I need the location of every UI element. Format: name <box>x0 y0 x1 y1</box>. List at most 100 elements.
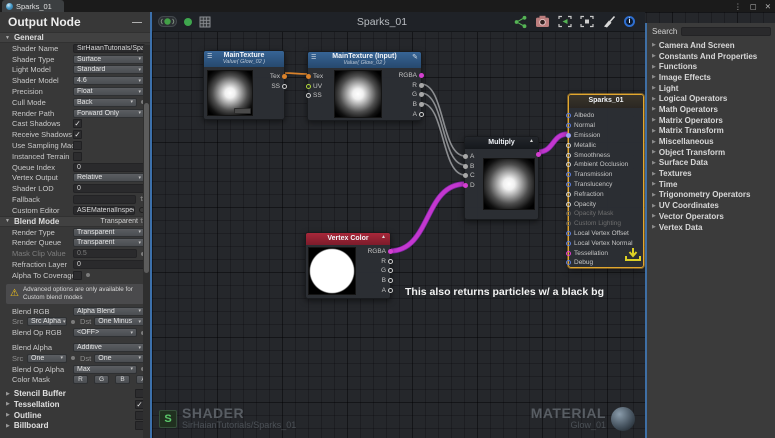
dropdown-cull-mode[interactable]: Back ▾ <box>73 97 137 107</box>
dropdown-precision[interactable]: Float ▾ <box>73 87 145 97</box>
mask-button-g[interactable]: G <box>94 375 109 385</box>
node-vertex-color[interactable]: Vertex Color ▲ RGBA R G B A <box>305 232 393 299</box>
port-dot-transmission[interactable] <box>566 172 571 178</box>
palette-category-trigonometry-operators[interactable]: ▶ Trigonometry Operators <box>652 190 775 201</box>
node-header[interactable]: Sparks_01 <box>569 95 643 108</box>
mask-button-r[interactable]: R <box>73 375 88 385</box>
palette-category-constants-and-properties[interactable]: ▶ Constants And Properties <box>652 51 775 62</box>
palette-category-textures[interactable]: ▶ Textures <box>652 168 775 179</box>
open-options-icon[interactable] <box>199 16 211 28</box>
mask-button-b[interactable]: B <box>115 375 130 385</box>
node-graph-canvas[interactable]: Sparks_01 i ☰ MainTexture Value(Glow_02… <box>150 12 775 438</box>
port-dot-tex[interactable] <box>282 74 287 80</box>
checkbox-receive-shadows[interactable]: ✓ <box>73 130 82 140</box>
text-field-fallback[interactable] <box>73 195 136 205</box>
dropdown-blend-rgb[interactable]: Alpha Blend ▾ <box>73 306 145 316</box>
text-field-shader-lod[interactable]: 0 <box>73 184 145 194</box>
port-dot-tessellation[interactable] <box>566 250 571 256</box>
port-dot-rgba[interactable] <box>388 249 393 255</box>
screenshot-camera-icon[interactable] <box>535 15 550 28</box>
port-dot-refraction[interactable] <box>566 191 571 197</box>
collapse-icon[interactable]: ▲ <box>381 235 386 240</box>
palette-category-miscellaneous[interactable]: ▶ Miscellaneous <box>652 136 775 147</box>
option-dot-icon[interactable] <box>86 273 90 278</box>
node-header[interactable]: ☰ MainTexture Value( Glow_02 ) <box>204 51 284 67</box>
checkbox-cast-shadows[interactable]: ✓ <box>73 119 82 129</box>
port-dot-tex[interactable] <box>306 74 311 80</box>
dropdown-light-model[interactable]: Standard ▾ <box>73 65 145 75</box>
port-dot-rgba[interactable] <box>419 73 424 79</box>
panel-scrollbar-thumb[interactable] <box>144 103 149 273</box>
foldout-outline[interactable]: ▶ Outline <box>0 410 150 421</box>
texture-select-button[interactable] <box>234 108 251 114</box>
port-multiply-out[interactable] <box>536 152 541 157</box>
port-dot-normal[interactable] <box>566 123 571 129</box>
section-blend-mode[interactable]: ▼ Blend Mode Transparent ⇅ <box>0 215 150 227</box>
palette-category-light[interactable]: ▶ Light <box>652 83 775 94</box>
search-input[interactable] <box>681 27 771 36</box>
panel-minimize-icon[interactable]: — <box>132 17 142 28</box>
port-dot-b[interactable] <box>463 163 468 169</box>
save-shader-icon[interactable] <box>623 246 643 268</box>
port-dot-c[interactable] <box>463 173 468 179</box>
palette-category-matrix-operators[interactable]: ▶ Matrix Operators <box>652 115 775 126</box>
node-header[interactable]: Vertex Color ▲ <box>306 233 390 245</box>
focus-on-master-icon[interactable] <box>580 15 594 28</box>
port-dot-b[interactable] <box>388 278 393 284</box>
info-icon[interactable]: i <box>624 16 635 27</box>
dropdown-render-path[interactable]: Forward Only ▾ <box>73 108 145 118</box>
palette-category-math-operators[interactable]: ▶ Math Operators <box>652 104 775 115</box>
port-dot-albedo[interactable] <box>566 113 571 119</box>
port-dot-d[interactable] <box>463 182 468 188</box>
palette-category-uv-coordinates[interactable]: ▶ UV Coordinates <box>652 200 775 211</box>
option-dot-icon[interactable] <box>71 356 75 361</box>
port-dot-custom-lighting[interactable] <box>566 221 571 227</box>
option-dot-icon[interactable] <box>71 319 75 324</box>
edit-pencil-icon[interactable]: ✎ <box>412 54 418 61</box>
dropdown-blend-op-alpha[interactable]: Max ▾ <box>73 364 137 374</box>
menu-burger-icon[interactable]: ☰ <box>207 54 212 60</box>
foldout-stencil-buffer[interactable]: ▶ Stencil Buffer <box>0 388 150 399</box>
port-dot-r[interactable] <box>388 258 393 264</box>
port-dot-metallic[interactable] <box>566 142 571 148</box>
tab-sparks-01[interactable]: Sparks_01 <box>2 0 64 12</box>
port-dot-g[interactable] <box>419 92 424 98</box>
window-close-icon[interactable]: ✕ <box>765 2 771 11</box>
palette-category-functions[interactable]: ▶ Functions <box>652 61 775 72</box>
text-field-shader-name[interactable]: SirHaianTutorials/Spark <box>73 43 145 53</box>
checkbox-instanced-terrain[interactable] <box>73 151 82 161</box>
port-dot-local-vertex-normal[interactable] <box>566 240 571 246</box>
port-dot-smoothness[interactable] <box>566 152 571 158</box>
port-dot-local-vertex-offset[interactable] <box>566 230 571 236</box>
port-dot-a[interactable] <box>388 287 393 293</box>
port-dot-ambient-occlusion[interactable] <box>566 162 571 168</box>
port-dot-opacity[interactable] <box>566 201 571 207</box>
port-dot-uv[interactable] <box>306 83 311 89</box>
dropdown-blend-alpha[interactable]: Additive ▾ <box>73 343 145 353</box>
port-dot-b[interactable] <box>419 102 424 108</box>
text-field-refraction-layer[interactable]: 0 <box>73 260 145 270</box>
node-header[interactable]: Multiply ▲ <box>465 137 538 149</box>
palette-category-object-transform[interactable]: ▶ Object Transform <box>652 147 775 158</box>
material-sphere-preview[interactable] <box>611 406 635 431</box>
port-dot-debug[interactable] <box>566 260 571 266</box>
palette-category-vertex-data[interactable]: ▶ Vertex Data <box>652 222 775 233</box>
node-header[interactable]: ☰ ✎ MainTexture (Input) Value( Glow_02 ) <box>308 52 421 68</box>
dropdown-shader-model[interactable]: 4.6 ▾ <box>73 76 145 86</box>
section-general[interactable]: ▼ General <box>0 32 150 43</box>
port-dot-g[interactable] <box>388 268 393 274</box>
port-dot-a[interactable] <box>463 154 468 160</box>
dropdown-shader-type[interactable]: Surface ▾ <box>73 54 145 64</box>
port-dot-emission[interactable] <box>566 132 571 138</box>
port-dot-ss[interactable] <box>282 83 287 89</box>
node-main-texture[interactable]: ☰ MainTexture Value( Glow_02 ) Tex SS <box>203 50 287 120</box>
port-dot-opacity-mask[interactable] <box>566 211 571 217</box>
dropdown-vertex-output[interactable]: Relative ▾ <box>73 173 145 183</box>
node-multiply[interactable]: Multiply ▲ ABCD <box>463 136 541 220</box>
dropdown-src-1[interactable]: Src Alpha ▾ <box>27 317 67 327</box>
port-dot-translucency[interactable] <box>566 181 571 187</box>
node-master-sparks-01[interactable]: Sparks_01 Albedo Normal Emission Metallic Sm… <box>566 94 644 268</box>
dropdown-src-1[interactable]: One ▾ <box>27 353 67 363</box>
node-main-texture-input[interactable]: ☰ ✎ MainTexture (Input) Value( Glow_02 )… <box>306 51 424 121</box>
palette-category-image-effects[interactable]: ▶ Image Effects <box>652 72 775 83</box>
